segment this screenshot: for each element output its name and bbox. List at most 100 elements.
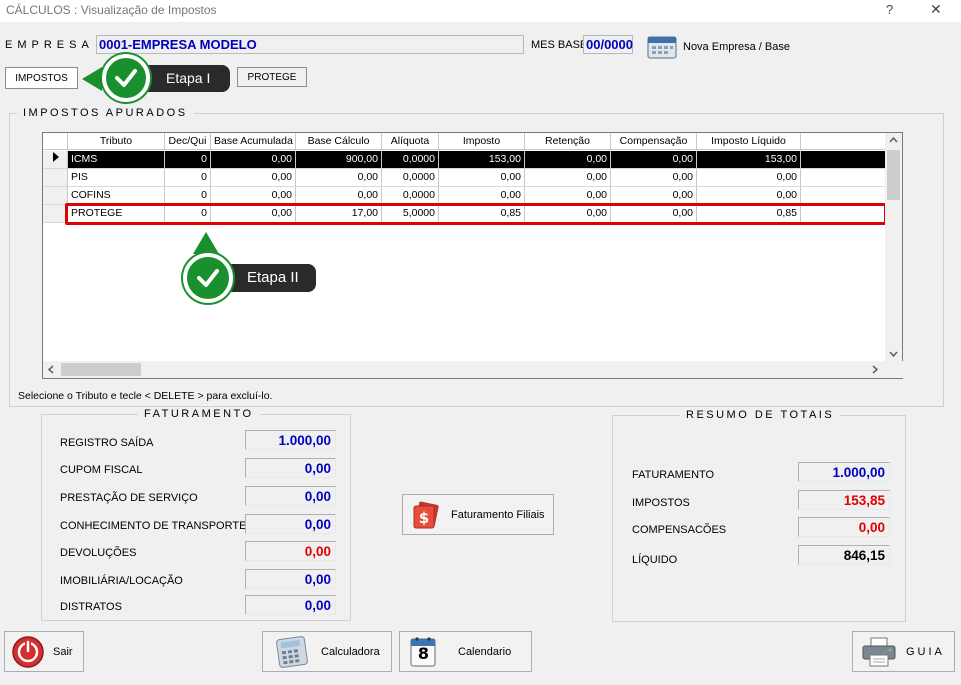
cell-base-calculo: 0,00 — [296, 187, 382, 204]
cell-imposto-liquido: 0,00 — [697, 169, 801, 186]
check-icon — [102, 54, 150, 102]
arrow-up-icon — [193, 232, 219, 254]
calendario-button[interactable]: 8 Calendario — [399, 631, 532, 672]
mes-base-field[interactable]: 00/0000 — [583, 35, 633, 54]
calendar-icon — [647, 36, 677, 59]
calculadora-label: Calculadora — [321, 645, 380, 658]
fat-value-registro-saida: 1.000,00 — [245, 430, 336, 450]
resumo-label-faturamento: FATURAMENTO — [632, 469, 715, 481]
fat-label-registro-saida: REGISTRO SAÍDA — [60, 437, 154, 449]
fat-value-imobiliaria: 0,00 — [245, 569, 336, 589]
resumo-value-faturamento: 1.000,00 — [798, 462, 890, 482]
resumo-value-liquido: 846,15 — [798, 545, 890, 565]
scroll-up-icon[interactable] — [889, 137, 898, 143]
tab-protege-label: PROTEGE — [247, 71, 297, 83]
cell-compensacao: 0,00 — [611, 187, 697, 204]
resumo-label-compensacoes: COMPENSACÕES — [632, 524, 727, 536]
fat-label-devolucoes: DEVOLUÇÕES — [60, 547, 137, 559]
calculadora-button[interactable]: Calculadora — [262, 631, 392, 672]
cell-compensacao: 0,00 — [611, 169, 697, 186]
power-icon — [12, 635, 44, 668]
close-icon[interactable]: ✕ — [930, 1, 942, 18]
cell-aliquota: 0,0000 — [382, 151, 439, 168]
resumo-value-impostos: 153,85 — [798, 490, 890, 510]
resumo-title: RESUMO DE TOTAIS — [680, 409, 841, 421]
grid-header: Tributo Dec/Qui Base Acumulada Base Cálc… — [43, 133, 887, 150]
fat-label-cupom-fiscal: CUPOM FISCAL — [60, 464, 143, 476]
faturamento-title: FATURAMENTO — [138, 408, 260, 420]
fat-value-conhecimento-transporte: 0,00 — [245, 514, 336, 534]
cell-imposto-liquido: 0,00 — [697, 187, 801, 204]
col-header[interactable]: Imposto Líquido — [697, 133, 801, 150]
col-header[interactable]: Base Cálculo — [296, 133, 382, 150]
cell-imposto: 0,00 — [439, 187, 525, 204]
cell-retencao: 0,00 — [525, 151, 611, 168]
cell-compensacao: 0,00 — [611, 151, 697, 168]
empresa-label: EMPRESA — [5, 39, 94, 51]
empresa-field[interactable]: 0001-EMPRESA MODELO — [96, 35, 524, 54]
help-icon[interactable]: ? — [886, 2, 893, 17]
cell-dec-qui: 0 — [165, 169, 211, 186]
cell-imposto-liquido: 153,00 — [697, 151, 801, 168]
cell-base-acumulada: 0,00 — [211, 169, 296, 186]
cell-base-acumulada: 0,00 — [211, 151, 296, 168]
cell-retencao: 0,00 — [525, 187, 611, 204]
money-icon: $ — [413, 501, 439, 528]
calculator-icon — [276, 635, 308, 668]
guia-button[interactable]: GUIA — [852, 631, 955, 672]
fat-value-cupom-fiscal: 0,00 — [245, 458, 336, 478]
vertical-scrollbar[interactable] — [885, 133, 902, 361]
cell-aliquota: 0,0000 — [382, 169, 439, 186]
col-header[interactable]: Compensação — [611, 133, 697, 150]
horizontal-scrollbar[interactable] — [43, 361, 904, 378]
scroll-right-icon[interactable] — [872, 365, 878, 374]
resumo-value-compensacoes: 0,00 — [798, 517, 890, 537]
cell-base-acumulada: 0,00 — [211, 187, 296, 204]
table-row[interactable]: ICMS 0 0,00 900,00 0,0000 153,00 0,00 0,… — [43, 151, 887, 169]
fat-label-imobiliaria: IMOBILIÁRIA/LOCAÇÃO — [60, 575, 183, 587]
table-row[interactable]: PIS 0 0,00 0,00 0,0000 0,00 0,00 0,00 0,… — [43, 169, 887, 187]
sair-button[interactable]: Sair — [4, 631, 84, 672]
empresa-value: 0001-EMPRESA MODELO — [99, 37, 257, 52]
faturamento-filiais-label: Faturamento Filiais — [451, 508, 545, 521]
scroll-left-icon[interactable] — [48, 365, 54, 374]
scroll-down-icon[interactable] — [889, 351, 898, 357]
resumo-label-impostos: IMPOSTOS — [632, 497, 690, 509]
cell-aliquota: 0,0000 — [382, 187, 439, 204]
mes-base-label: MES BASE — [531, 39, 588, 51]
col-header[interactable]: Imposto — [439, 133, 525, 150]
cell-dec-qui: 0 — [165, 187, 211, 204]
row-pointer-icon — [43, 151, 68, 168]
printer-icon — [862, 637, 896, 666]
resumo-label-liquido: LÍQUIDO — [632, 554, 678, 566]
faturamento-filiais-button[interactable]: $ Faturamento Filiais — [402, 494, 554, 535]
calendar-day-number: 8 — [417, 644, 430, 663]
fat-label-distratos: DISTRATOS — [60, 601, 122, 613]
mes-base-value: 00/0000 — [586, 37, 633, 52]
fat-value-devolucoes: 0,00 — [245, 541, 336, 561]
window-title: CÁLCULOS : Visualização de Impostos — [6, 3, 217, 17]
col-header[interactable]: Base Acumulada — [211, 133, 296, 150]
col-header[interactable]: Tributo — [68, 133, 165, 150]
col-header[interactable]: Alíquota — [382, 133, 439, 150]
step1-annotation: Etapa I — [80, 54, 240, 102]
row-indicator — [43, 169, 68, 186]
cell-base-calculo: 0,00 — [296, 169, 382, 186]
fat-label-prestacao-servico: PRESTAÇÃO DE SERVIÇO — [60, 492, 198, 504]
tab-protege[interactable]: PROTEGE — [237, 67, 307, 87]
guia-label: GUIA — [906, 645, 945, 658]
nova-empresa-label: Nova Empresa / Base — [683, 41, 790, 53]
nova-empresa-button[interactable]: Nova Empresa / Base — [646, 34, 796, 60]
calendario-label: Calendario — [458, 645, 512, 658]
step2-label: Etapa II — [220, 264, 316, 292]
scroll-thumb[interactable] — [887, 150, 900, 200]
cell-dec-qui: 0 — [165, 151, 211, 168]
check-icon — [183, 253, 233, 303]
hscroll-thumb[interactable] — [61, 363, 141, 376]
col-header[interactable]: Dec/Qui — [165, 133, 211, 150]
cell-imposto: 0,00 — [439, 169, 525, 186]
impostos-grid[interactable]: Tributo Dec/Qui Base Acumulada Base Cálc… — [42, 132, 904, 379]
col-header[interactable]: Retenção — [525, 133, 611, 150]
cell-retencao: 0,00 — [525, 169, 611, 186]
tab-impostos[interactable]: IMPOSTOS — [5, 67, 78, 89]
